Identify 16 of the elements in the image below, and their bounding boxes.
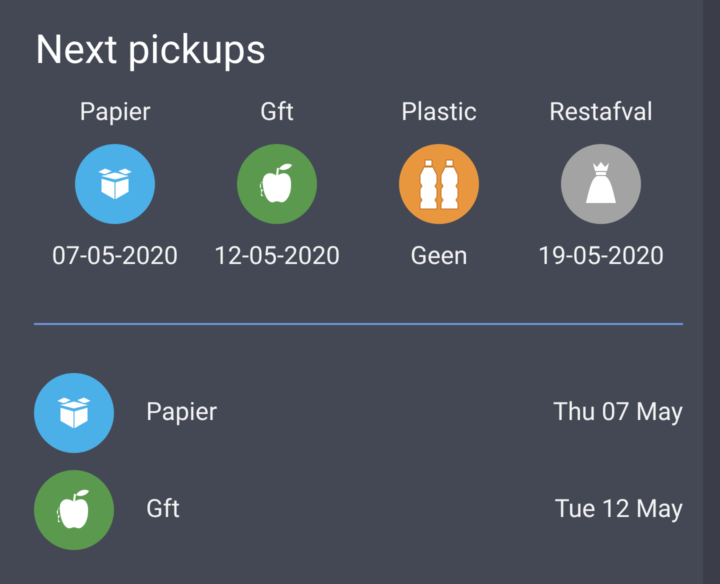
pickup-date: 12-05-2020 xyxy=(214,242,340,272)
pickup-date: Tue 12 May xyxy=(554,494,683,526)
pickup-date: Geen xyxy=(410,242,468,272)
waste-type-label: Papier xyxy=(79,98,151,128)
bottles-icon xyxy=(419,158,459,210)
waste-type-label: Plastic xyxy=(401,98,477,128)
pickup-date: 19-05-2020 xyxy=(538,242,664,272)
box-icon xyxy=(54,395,94,431)
waste-type-label: Restafval xyxy=(549,98,653,128)
pickup-date: Thu 07 May xyxy=(552,397,683,430)
waste-type-label: Papier xyxy=(146,397,218,430)
waste-type-label: Gft xyxy=(260,98,294,128)
waste-type-label: Gft xyxy=(146,494,180,526)
card-title: Next pickups xyxy=(35,25,268,75)
box-icon xyxy=(95,166,135,202)
pickup-date: 07-05-2020 xyxy=(52,242,178,272)
